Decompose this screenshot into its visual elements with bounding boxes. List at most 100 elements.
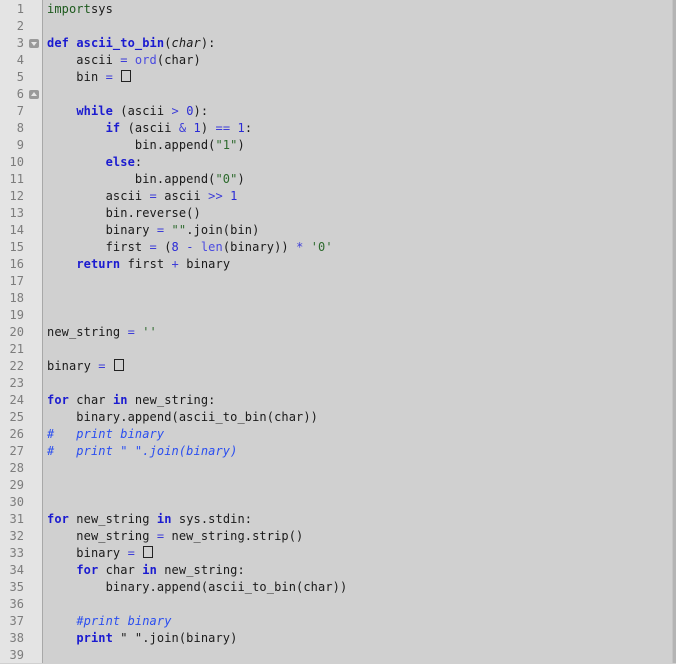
code-line[interactable]: 22 binary = bbox=[0, 358, 673, 375]
fold-expand-icon[interactable] bbox=[29, 90, 39, 99]
code-token: (binary)) bbox=[222, 240, 297, 254]
code-line[interactable]: 39 bbox=[0, 647, 673, 664]
code-line[interactable]: 20 new_string = '' bbox=[0, 324, 673, 341]
code-line[interactable]: 34 for char in new_string: bbox=[0, 562, 673, 579]
code-line[interactable]: 24 for char in new_string: bbox=[0, 392, 673, 409]
code-token: in bbox=[156, 512, 172, 526]
empty-list-literal bbox=[121, 70, 132, 82]
code-token: binary.append(ascii_to_bin(char)) bbox=[47, 580, 348, 594]
code-line[interactable]: 3 def ascii_to_bin(char): bbox=[0, 35, 673, 52]
code-line[interactable]: 26 # print binary bbox=[0, 426, 673, 443]
code-line[interactable]: 5 bin = bbox=[0, 69, 673, 86]
code-token: ): bbox=[193, 104, 209, 118]
line-number: 9 bbox=[16, 138, 24, 152]
code-token: len bbox=[200, 240, 223, 254]
code-line[interactable]: 30 bbox=[0, 494, 673, 511]
code-token: 1 bbox=[193, 121, 201, 135]
line-number: 17 bbox=[9, 274, 24, 288]
code-line[interactable]: 9 bin.append("1") bbox=[0, 137, 673, 154]
code-text: for char in new_string: bbox=[47, 392, 216, 409]
code-token: char bbox=[98, 563, 143, 577]
line-number: 7 bbox=[16, 104, 24, 118]
code-line[interactable]: 14 binary = "".join(bin) bbox=[0, 222, 673, 239]
code-line[interactable]: 21 bbox=[0, 341, 673, 358]
code-token: "" bbox=[171, 223, 187, 237]
code-text: if (ascii & 1) == 1: bbox=[47, 120, 252, 137]
code-line[interactable]: 15 first = (8 - len(binary)) * '0' bbox=[0, 239, 673, 256]
code-line[interactable]: 36 bbox=[0, 596, 673, 613]
code-text: new_string = new_string.strip() bbox=[47, 528, 303, 545]
fold-collapse-icon[interactable] bbox=[29, 39, 39, 48]
line-number: 16 bbox=[9, 257, 24, 271]
code-line[interactable]: 2 bbox=[0, 18, 673, 35]
code-text: bin.reverse() bbox=[47, 205, 201, 222]
code-lines[interactable]: 1 importsys 2 3 def ascii_to_bin(char): 4 asc… bbox=[0, 1, 673, 664]
code-line[interactable]: 25 binary.append(ascii_to_bin(char)) bbox=[0, 409, 673, 426]
code-token: = bbox=[127, 325, 135, 339]
vertical-scrollbar[interactable] bbox=[672, 0, 676, 663]
code-token: bin.append( bbox=[47, 138, 216, 152]
code-line[interactable]: 7 while (ascii > 0): bbox=[0, 103, 673, 120]
code-token: ascii_to_bin bbox=[76, 36, 165, 50]
line-number: 8 bbox=[16, 121, 24, 135]
code-line[interactable]: 10 else: bbox=[0, 154, 673, 171]
code-text: else: bbox=[47, 154, 143, 171]
code-line[interactable]: 17 bbox=[0, 273, 673, 290]
line-number: 24 bbox=[9, 393, 24, 407]
code-token: import bbox=[47, 2, 91, 16]
line-number: 20 bbox=[9, 325, 24, 339]
code-line[interactable]: 37 #print binary bbox=[0, 613, 673, 630]
code-token: = bbox=[149, 240, 157, 254]
code-token: binary bbox=[47, 223, 157, 237]
code-token: char bbox=[68, 393, 113, 407]
code-token: ascii bbox=[47, 189, 150, 203]
code-line[interactable]: 4 ascii = ord(char) bbox=[0, 52, 673, 69]
code-line[interactable]: 6 bbox=[0, 86, 673, 103]
code-line[interactable]: 31 for new_string in sys.stdin: bbox=[0, 511, 673, 528]
line-number: 37 bbox=[9, 614, 24, 628]
code-line[interactable]: 18 bbox=[0, 290, 673, 307]
code-editor[interactable]: 1 importsys 2 3 def ascii_to_bin(char): 4 asc… bbox=[0, 0, 676, 663]
code-line[interactable]: 1 importsys bbox=[0, 1, 673, 18]
code-text: # print binary bbox=[47, 426, 164, 443]
code-token: ( bbox=[156, 240, 172, 254]
code-line[interactable]: 12 ascii = ascii >> 1 bbox=[0, 188, 673, 205]
code-token: def bbox=[47, 36, 69, 50]
code-line[interactable]: 13 bin.reverse() bbox=[0, 205, 673, 222]
code-token: binary.append(ascii_to_bin(char)) bbox=[47, 410, 319, 424]
code-line[interactable]: 33 binary = bbox=[0, 545, 673, 562]
code-line[interactable]: 38 print " ".join(binary) bbox=[0, 630, 673, 647]
line-number: 14 bbox=[9, 223, 24, 237]
code-line[interactable]: 28 bbox=[0, 460, 673, 477]
line-number: 30 bbox=[9, 495, 24, 509]
code-text: for new_string in sys.stdin: bbox=[47, 511, 252, 528]
code-token: binary bbox=[47, 359, 99, 373]
code-token: > bbox=[171, 104, 179, 118]
code-line[interactable]: 35 binary.append(ascii_to_bin(char)) bbox=[0, 579, 673, 596]
code-line[interactable]: 16 return first + binary bbox=[0, 256, 673, 273]
code-line[interactable]: 23 bbox=[0, 375, 673, 392]
code-line[interactable]: 32 new_string = new_string.strip() bbox=[0, 528, 673, 545]
code-line[interactable]: 27 # print " ".join(binary) bbox=[0, 443, 673, 460]
code-token: 8 bbox=[171, 240, 179, 254]
line-number: 33 bbox=[9, 546, 24, 560]
code-token: for bbox=[47, 512, 69, 526]
code-token: 0 bbox=[186, 104, 194, 118]
code-line[interactable]: 11 bin.append("0") bbox=[0, 171, 673, 188]
code-token: in bbox=[112, 393, 128, 407]
code-token: bin.append( bbox=[47, 172, 216, 186]
code-line[interactable]: 29 bbox=[0, 477, 673, 494]
code-line[interactable]: 19 bbox=[0, 307, 673, 324]
code-text: #print binary bbox=[47, 613, 172, 630]
code-token: in bbox=[142, 563, 157, 577]
code-token: # print binary bbox=[47, 427, 165, 441]
code-line[interactable]: 8 if (ascii & 1) == 1: bbox=[0, 120, 673, 137]
code-token: char bbox=[171, 36, 201, 50]
